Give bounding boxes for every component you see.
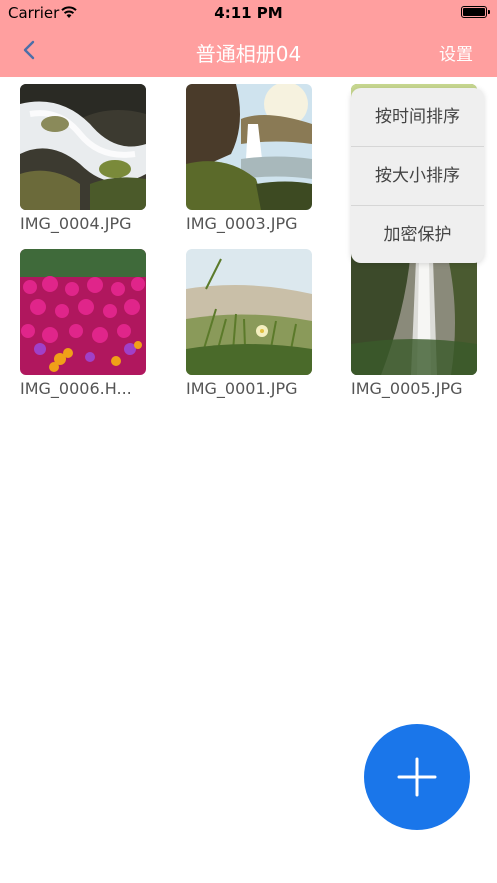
menu-item-encrypt[interactable]: 加密保护 [351,206,484,263]
album-screen: Carrier 4:11 PM 普通相册04 设置 IMG_0004.JPG I… [0,0,497,883]
photo-thumbnail[interactable] [186,84,312,210]
plus-icon [397,757,437,797]
photo-thumbnail[interactable] [20,249,146,375]
photo-cell[interactable]: IMG_0001.JPG [186,249,312,398]
status-time: 4:11 PM [214,4,283,22]
menu-item-sort-by-size[interactable]: 按大小排序 [351,147,484,206]
status-bar: Carrier 4:11 PM [0,0,497,26]
photo-cell[interactable]: IMG_0004.JPG [20,84,146,233]
photo-thumbnail[interactable] [20,84,146,210]
photo-filename: IMG_0004.JPG [20,214,132,233]
page-title: 普通相册04 [195,42,302,66]
photo-filename: IMG_0001.JPG [186,379,298,398]
photo-cell[interactable]: IMG_0005.JPG [351,249,477,398]
photo-filename: IMG_0006.H... [20,379,132,398]
battery-icon [461,6,490,18]
photo-cell[interactable]: IMG_0003.JPG [186,84,312,233]
photo-cell[interactable]: IMG_0006.H... [20,249,146,398]
menu-item-sort-by-time[interactable]: 按时间排序 [351,88,484,147]
settings-button[interactable]: 设置 [439,40,473,65]
photo-filename: IMG_0003.JPG [186,214,298,233]
add-photo-button[interactable] [364,724,470,830]
photo-thumbnail[interactable] [186,249,312,375]
photo-thumbnail[interactable] [351,249,477,375]
photo-filename: IMG_0005.JPG [351,379,463,398]
sort-options-menu: 按时间排序 按大小排序 加密保护 [351,88,484,263]
header-bar: Carrier 4:11 PM 普通相册04 设置 [0,0,497,77]
navigation-bar: 普通相册04 设置 [0,26,497,77]
